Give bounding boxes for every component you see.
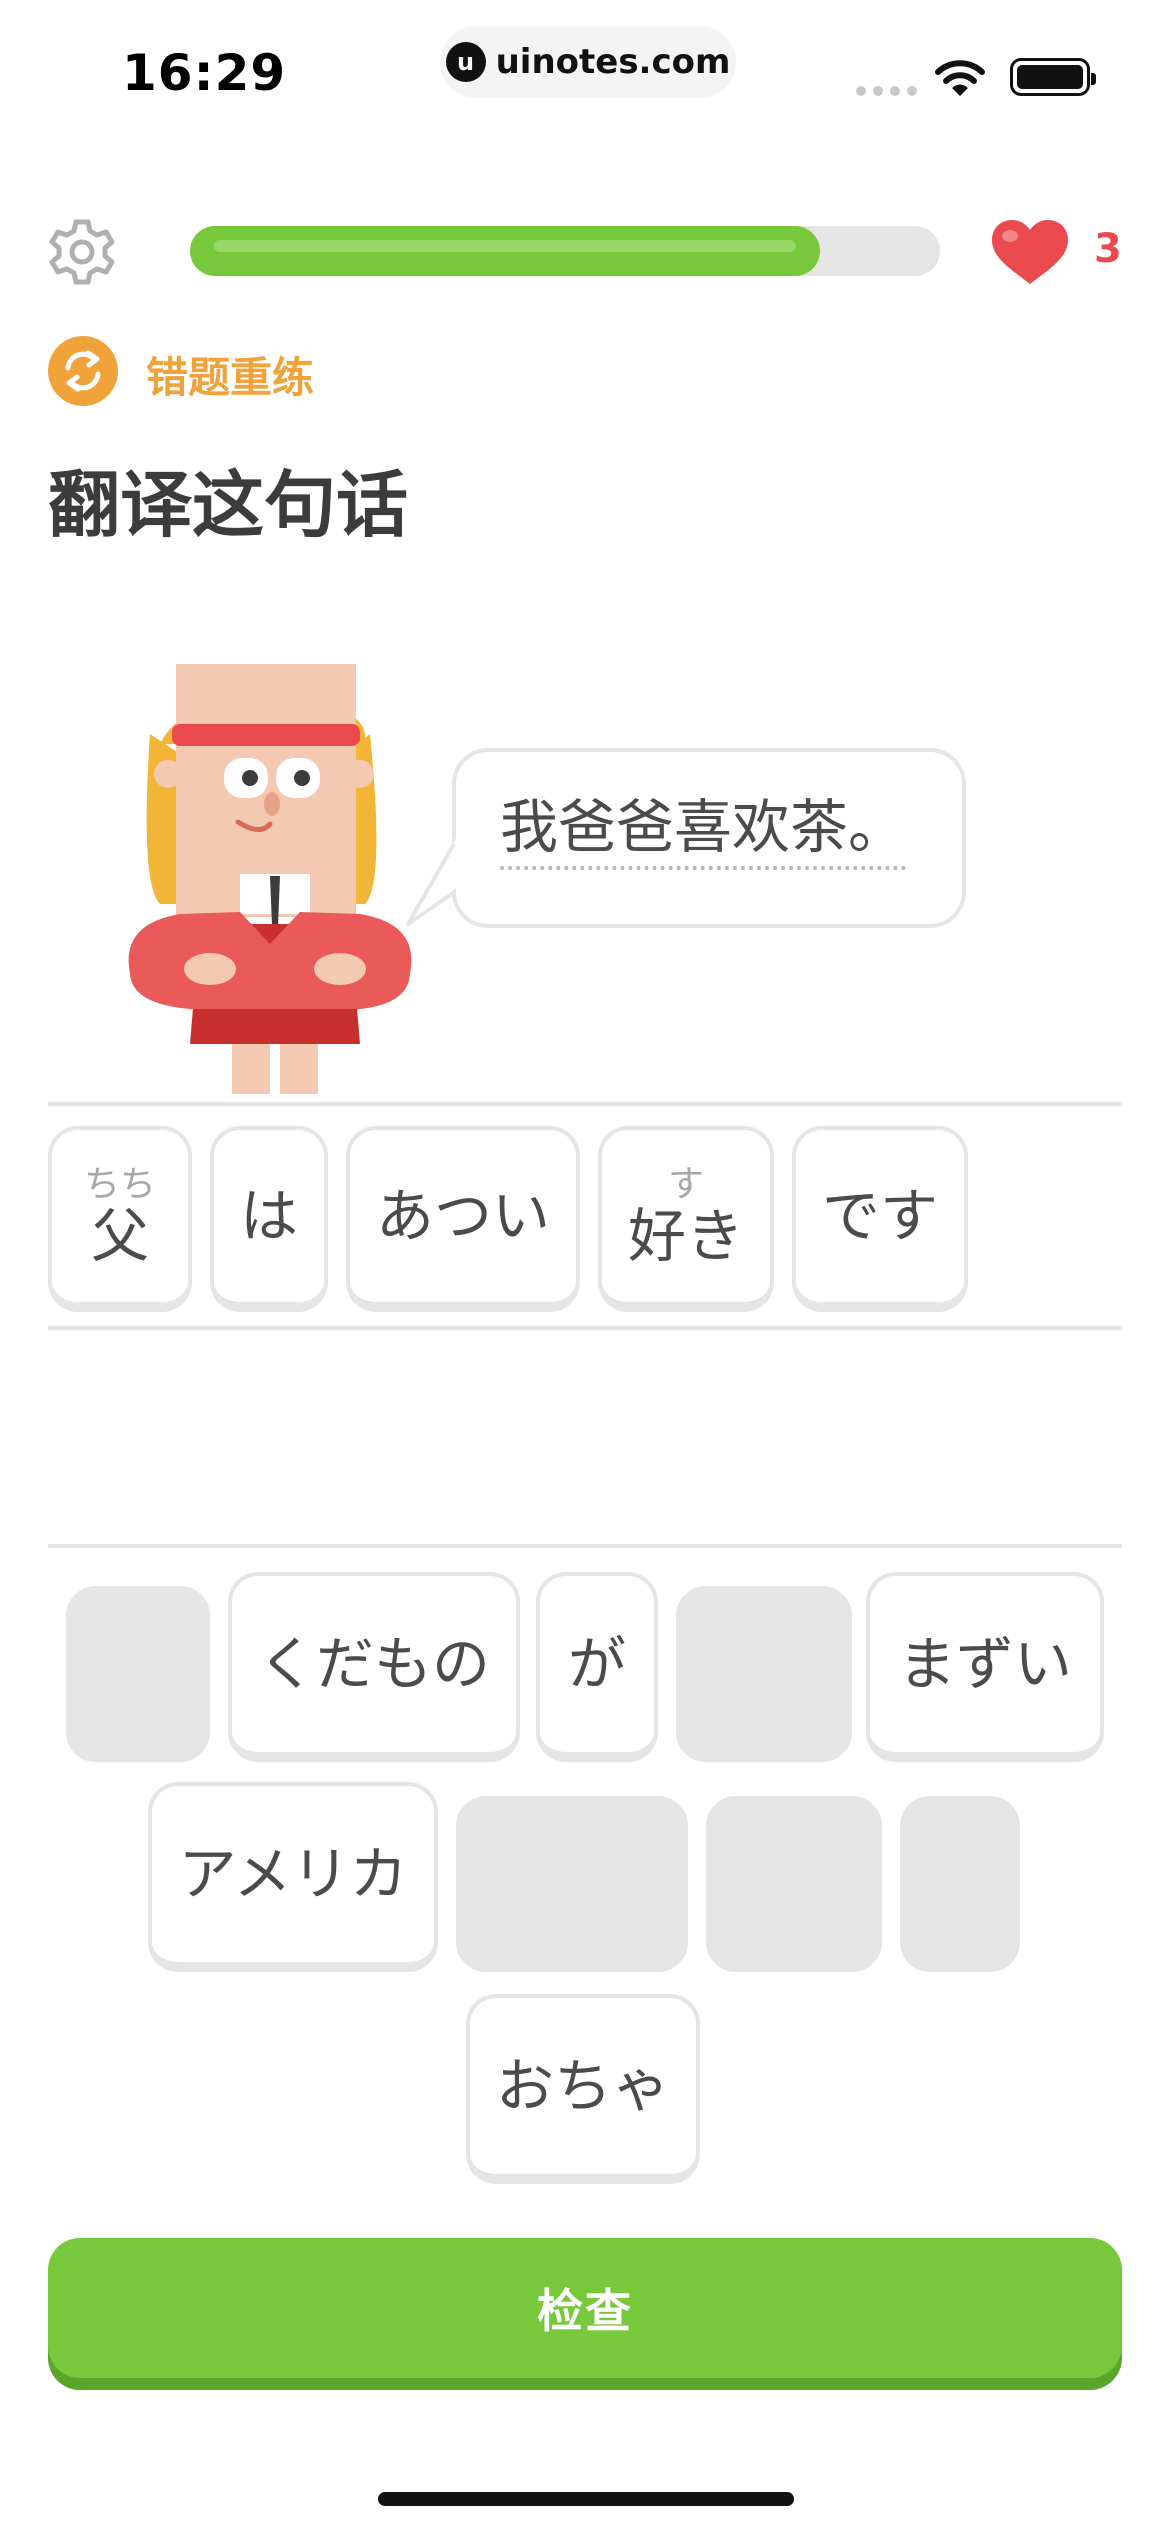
lesson-progress-bar (190, 226, 940, 276)
signal-icon (856, 86, 917, 96)
hearts-count: 3 (1094, 226, 1122, 272)
word-bank-slot-empty (900, 1796, 1020, 1972)
review-icon (48, 336, 118, 406)
wifi-icon (935, 60, 985, 96)
word-bank-tile[interactable]: くだもの (228, 1572, 520, 1762)
answer-tile[interactable]: ちち 父 (48, 1126, 192, 1312)
word-bank-slot-empty (456, 1796, 688, 1972)
answer-line-middle (48, 1326, 1122, 1330)
settings-gear-icon[interactable] (46, 216, 118, 288)
tile-furigana: す (667, 1164, 704, 1205)
speech-bubble: 我爸爸喜欢茶。 (452, 748, 966, 928)
word-bank-tile[interactable]: おちゃ (466, 1994, 700, 2184)
tile-text: 好き (627, 1202, 744, 1270)
page-title: 翻译这句话 (48, 463, 409, 547)
tile-text: おちゃ (495, 2052, 670, 2120)
tile-text: が (567, 1630, 626, 1698)
url-text: uinotes.com (495, 42, 731, 82)
site-logo-icon: u (445, 42, 486, 82)
tile-furigana: ちち (83, 1164, 156, 1205)
tile-text: です (821, 1182, 938, 1250)
check-button[interactable]: 检查 (48, 2238, 1122, 2378)
review-label: 错题重练 (146, 353, 315, 402)
answer-tile[interactable]: あつい (346, 1126, 580, 1312)
word-bank-tile[interactable]: が (536, 1572, 658, 1762)
prompt-sentence[interactable]: 我爸爸喜欢茶。 (500, 795, 907, 870)
answer-tile[interactable]: す 好き (598, 1126, 774, 1312)
tile-text: あつい (375, 1182, 550, 1250)
answer-line-bottom (48, 1544, 1122, 1548)
home-indicator (378, 2492, 794, 2506)
tile-text: まずい (897, 1630, 1072, 1698)
answer-tile[interactable]: は (210, 1126, 328, 1312)
word-bank-tile[interactable]: アメリカ (148, 1782, 438, 1972)
lesson-progress-shine (214, 240, 796, 252)
tile-text: アメリカ (178, 1840, 408, 1908)
tile-text: は (239, 1182, 298, 1250)
answer-tile[interactable]: です (792, 1126, 968, 1312)
character-illustration (128, 664, 412, 1094)
answer-line-top (48, 1102, 1122, 1106)
word-bank-tile[interactable]: まずい (866, 1572, 1104, 1762)
speech-bubble-tail (406, 838, 457, 926)
word-bank-slot-empty (66, 1586, 210, 1762)
word-bank-slot-empty (706, 1796, 882, 1972)
url-pill[interactable]: u uinotes.com (440, 26, 736, 98)
tile-text: くだもの (257, 1630, 490, 1698)
word-bank-slot-empty (676, 1586, 852, 1762)
status-time: 16:29 (122, 44, 287, 102)
battery-icon (1010, 58, 1096, 96)
heart-icon (992, 220, 1068, 284)
tile-text: 父 (90, 1202, 149, 1270)
